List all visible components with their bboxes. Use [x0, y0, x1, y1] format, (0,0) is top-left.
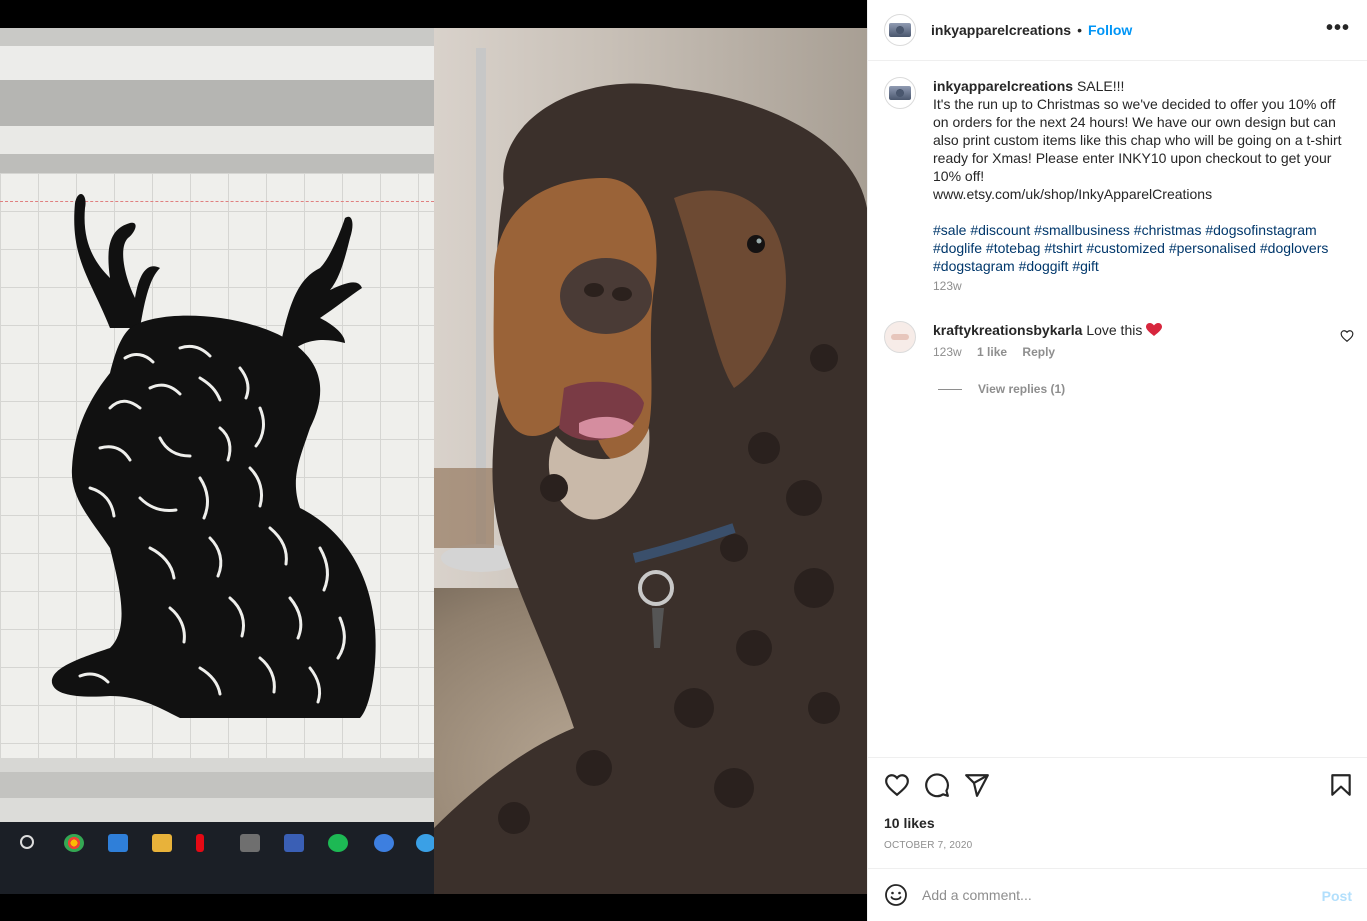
- comment-icon[interactable]: [924, 772, 950, 798]
- view-replies-button[interactable]: View replies (1): [938, 382, 1065, 396]
- header-separator: •: [1077, 22, 1082, 38]
- caption-line-body: It's the run up to Christmas so we've de…: [933, 96, 1342, 184]
- caption-line-sale: SALE!!!: [1076, 78, 1125, 94]
- reply-button[interactable]: Reply: [1022, 345, 1055, 359]
- desktop-taskbar: [0, 822, 434, 894]
- post-media[interactable]: [0, 0, 867, 921]
- comment-row: kraftykreationsbykarla Love this 123w 1 …: [884, 321, 1323, 359]
- add-comment-bar: Post: [868, 868, 1367, 921]
- post-actions: 10 likes OCTOBER 7, 2020: [868, 757, 1367, 868]
- caption-avatar[interactable]: [884, 77, 916, 109]
- post-sidebar: inkyapparelcreations • Follow ••• inkyap…: [867, 0, 1367, 921]
- caption-text: inkyapparelcreations SALE!!! It's the ru…: [933, 77, 1343, 275]
- follow-button[interactable]: Follow: [1088, 22, 1132, 38]
- reindeer-dog-design: [51, 193, 376, 718]
- design-photo: [0, 28, 434, 894]
- post-header: inkyapparelcreations • Follow •••: [868, 0, 1367, 61]
- author-avatar[interactable]: [884, 14, 916, 46]
- heart-icon[interactable]: [884, 772, 910, 798]
- more-options-icon[interactable]: •••: [1326, 18, 1350, 38]
- post-comment-button[interactable]: Post: [1322, 888, 1352, 904]
- caption-username[interactable]: inkyapparelcreations: [933, 78, 1073, 94]
- caption-hashtags[interactable]: #sale #discount #smallbusiness #christma…: [933, 222, 1328, 274]
- comments-section[interactable]: inkyapparelcreations SALE!!! It's the ru…: [868, 61, 1367, 757]
- view-replies-label: View replies (1): [978, 382, 1066, 396]
- red-heart-emoji-icon: [1146, 323, 1163, 336]
- comment-time: 123w: [933, 345, 962, 359]
- comment-like-icon[interactable]: [1340, 329, 1354, 343]
- caption-row: inkyapparelcreations SALE!!! It's the ru…: [884, 77, 1343, 293]
- caption-time: 123w: [933, 279, 962, 293]
- post-date: OCTOBER 7, 2020: [884, 840, 973, 851]
- comment-text: Love this: [1086, 322, 1143, 338]
- dog-photo: [434, 28, 867, 894]
- commenter-avatar[interactable]: [884, 321, 916, 353]
- post-dialog: inkyapparelcreations • Follow ••• inkyap…: [0, 0, 1367, 921]
- author-username[interactable]: inkyapparelcreations: [931, 22, 1071, 38]
- emoji-icon[interactable]: [884, 883, 908, 907]
- share-icon[interactable]: [964, 772, 990, 798]
- commenter-username[interactable]: kraftykreationsbykarla: [933, 322, 1082, 338]
- comment-likes[interactable]: 1 like: [977, 345, 1007, 359]
- likes-count[interactable]: 10 likes: [884, 815, 935, 831]
- caption-shop-link: www.etsy.com/uk/shop/InkyApparelCreation…: [933, 186, 1213, 202]
- comment-input[interactable]: [922, 887, 1302, 903]
- bookmark-icon[interactable]: [1328, 772, 1354, 798]
- dog-figure: [434, 48, 867, 894]
